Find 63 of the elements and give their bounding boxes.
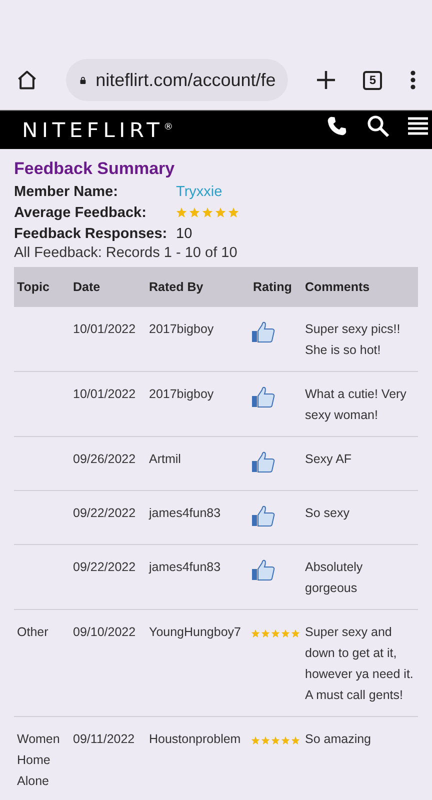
star-icon xyxy=(228,207,239,218)
column-header: Comments xyxy=(302,267,418,307)
date-cell: 09/22/2022 xyxy=(73,506,136,520)
phone-icon[interactable] xyxy=(326,115,348,137)
field-label: Feedback Responses: xyxy=(14,226,168,242)
rater-cell: Houstonproblem xyxy=(149,732,241,746)
rater-cell: 2017bigboy xyxy=(149,387,214,401)
field-value: 10 xyxy=(176,226,192,242)
star-icon xyxy=(261,736,270,745)
star-icon xyxy=(281,629,290,638)
search-icon[interactable] xyxy=(366,114,390,138)
date-cell: 09/22/2022 xyxy=(73,560,136,574)
thumbs-up-icon xyxy=(251,559,275,581)
comment-cell: Absolutely gorgeous xyxy=(305,560,363,595)
star-icon xyxy=(202,207,213,218)
topic-cell: Other xyxy=(17,625,48,639)
comment-cell: So amazing xyxy=(305,732,372,746)
date-cell: 09/10/2022 xyxy=(73,625,136,639)
comment-cell: Super sexy pics!! She is so hot! xyxy=(305,322,400,357)
field-label: Member Name: xyxy=(14,184,119,200)
address-bar[interactable]: niteflirt.com/account/fe xyxy=(66,59,288,101)
comment-cell: What a cutie! Very sexy woman! xyxy=(305,387,406,422)
thumbs-up-icon xyxy=(251,505,275,527)
home-icon[interactable] xyxy=(16,69,38,91)
rater-cell: 2017bigboy xyxy=(149,322,214,336)
thumbs-up-icon xyxy=(251,386,275,408)
comment-cell: Super sexy and down to get at it, however ya need it. A must call gents! xyxy=(305,625,414,702)
star-icon xyxy=(291,736,300,745)
comment-cell: So sexy xyxy=(305,506,350,520)
url-text: niteflirt.com/account/fe xyxy=(96,70,276,90)
thumbs-up-icon xyxy=(251,451,275,473)
star-icon xyxy=(291,629,300,638)
date-cell: 09/26/2022 xyxy=(73,452,136,466)
star-icon xyxy=(261,629,270,638)
column-header: Topic xyxy=(14,267,70,307)
rater-cell: james4fun83 xyxy=(149,506,221,520)
more-icon[interactable] xyxy=(410,70,416,90)
field-label: Average Feedback: xyxy=(14,204,148,220)
star-icon xyxy=(251,629,260,638)
star-icon xyxy=(189,207,200,218)
thumbs-up-icon xyxy=(251,321,275,343)
rater-cell: james4fun83 xyxy=(149,560,221,574)
rater-cell: Artmil xyxy=(149,452,181,466)
plus-icon[interactable] xyxy=(316,70,336,90)
star-icon xyxy=(176,207,187,218)
section-title: Feedback Summary xyxy=(14,159,176,179)
star-icon xyxy=(251,736,260,745)
records-count: All Feedback: Records 1 - 10 of 10 xyxy=(14,245,238,261)
topic-cell: Women Home Alone xyxy=(17,732,60,788)
star-icon xyxy=(281,736,290,745)
star-icon xyxy=(271,629,280,638)
column-header: Rating xyxy=(250,267,302,307)
date-cell: 10/01/2022 xyxy=(73,322,136,336)
column-header: Rated By xyxy=(146,267,250,307)
menu-icon[interactable] xyxy=(408,117,428,135)
date-cell: 09/11/2022 xyxy=(73,732,135,746)
star-icon xyxy=(215,207,226,218)
star-icon xyxy=(271,736,280,745)
column-header: Date xyxy=(70,267,146,307)
comment-cell: Sexy AF xyxy=(305,452,352,466)
rater-cell: YoungHungboy7 xyxy=(149,625,241,639)
tab-count-button[interactable]: 5 xyxy=(363,70,382,90)
date-cell: 10/01/2022 xyxy=(73,387,136,401)
